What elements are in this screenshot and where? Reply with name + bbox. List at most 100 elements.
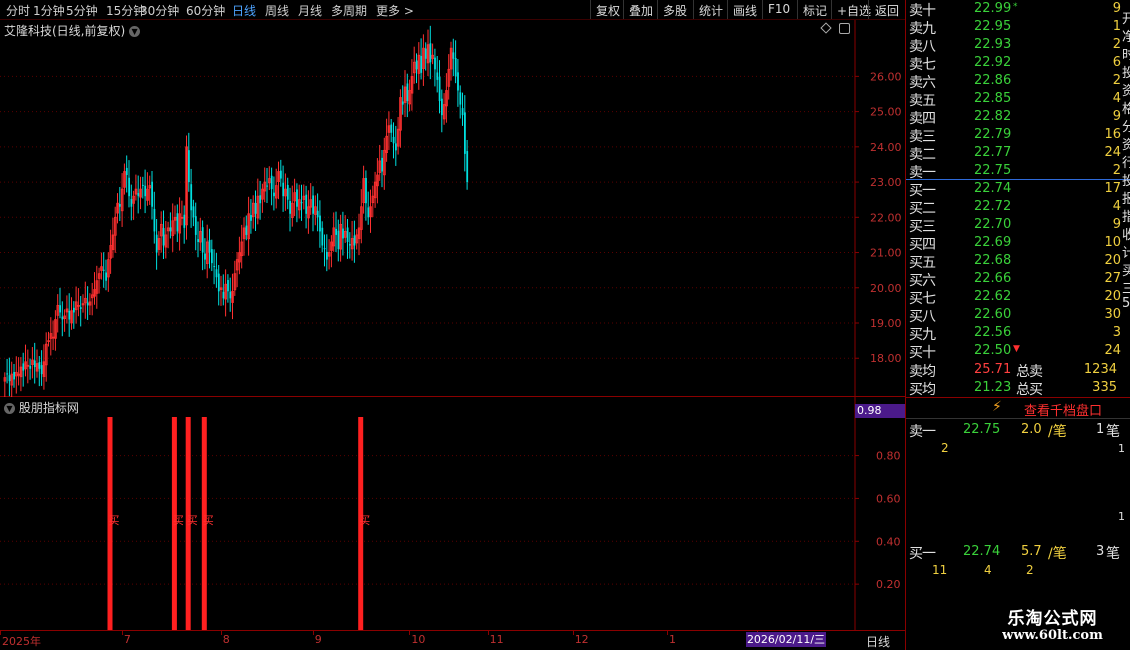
multi-stock-button[interactable]: 多股 — [657, 0, 692, 19]
ask-level-label: 卖三 — [909, 129, 936, 145]
candle-body — [401, 101, 404, 105]
total-ask-value: 1234 — [1083, 362, 1117, 377]
candle-body — [273, 192, 275, 197]
bid-row[interactable]: 买九 22.56 3 — [906, 324, 1121, 343]
candle-body — [305, 194, 308, 214]
bid-queue-count: 3 — [1096, 544, 1105, 559]
candle-body — [392, 136, 395, 144]
ask-level-label: 卖五 — [909, 93, 936, 109]
mark-button[interactable]: 标记 — [797, 0, 832, 19]
buy-signal-label: 买 — [203, 514, 214, 527]
clipped-char: 投 — [1122, 174, 1130, 189]
bid-level-label: 买五 — [909, 255, 936, 271]
ask-row[interactable]: 卖三 22.79 16 — [906, 126, 1121, 145]
ask-level-label: 卖二 — [909, 147, 936, 163]
bid-level-label: 买一 — [909, 183, 936, 199]
ask-row[interactable]: 卖七 22.92 6 — [906, 54, 1121, 73]
period-tab-weekly[interactable]: 周线 — [265, 2, 289, 19]
period-tab-60min[interactable]: 60分钟 — [186, 2, 225, 19]
candle-body — [319, 215, 321, 232]
period-tab-more[interactable]: 更多 > — [376, 2, 414, 19]
bid-row[interactable]: 买二 22.72 4 — [906, 198, 1121, 217]
bid-volume: 3 — [1112, 325, 1121, 340]
date-tick — [121, 631, 123, 635]
ask-row[interactable]: 卖六 22.86 2 — [906, 72, 1121, 91]
bid-price: 22.60 — [974, 307, 1012, 322]
chevron-down-icon[interactable]: ▼ — [129, 26, 141, 37]
period-tab-1min[interactable]: 1分钟 — [33, 2, 65, 19]
candle-body — [130, 199, 133, 207]
bid-level-label: 买四 — [909, 237, 936, 253]
total-bid-value: 335 — [1092, 380, 1117, 395]
ask-row[interactable]: 卖八 22.93 2 — [906, 36, 1121, 55]
candle-body — [169, 227, 172, 232]
thousand-level-row: ⚡ 查看千档盘口 — [906, 397, 1130, 419]
candle-body — [227, 280, 229, 292]
date-axis: 2025年78910111212 2026/02/11/三 日线 — [0, 630, 905, 650]
indicator-chart[interactable]: 0.200.400.600.80买买买买买 — [0, 397, 905, 630]
view-thousand-level-button[interactable]: 查看千档盘口 — [1024, 400, 1102, 419]
watermark-title: 乐淘公式网 — [1007, 609, 1098, 629]
back-button[interactable]: 返回 — [868, 0, 905, 19]
window-icon[interactable] — [839, 23, 850, 34]
ask-avg-label: 卖均 — [909, 364, 936, 380]
candle-body — [73, 307, 75, 313]
bid-row[interactable]: 买八 22.60 30 — [906, 306, 1121, 325]
period-tab-intraday[interactable]: 分时 — [6, 2, 30, 19]
candle-body — [461, 108, 464, 116]
bid-row[interactable]: 买四 22.69 10 — [906, 234, 1121, 253]
ask-row[interactable]: 卖十 22.99 * 9 — [906, 0, 1121, 19]
adjust-button[interactable]: 复权 — [590, 0, 625, 19]
candle-body — [346, 227, 349, 242]
period-toolbar: 分时 1分钟 5分钟 15分钟 30分钟 60分钟 日线 周线 月线 多周期 更… — [0, 0, 905, 20]
clipped-char: 时 — [1122, 48, 1130, 63]
ask-level-label: 卖九 — [909, 21, 936, 37]
price-tick-label: 25.00 — [870, 106, 902, 119]
ask-limit-marker: * — [1013, 2, 1018, 12]
date-tick — [220, 631, 222, 635]
candlestick-chart[interactable]: 18.00 19.00 20.00 21.00 22.00 23.00 24.00 25.00… — [0, 20, 905, 397]
period-label[interactable]: 日线 — [866, 633, 890, 650]
ask-row[interactable]: 卖九 22.95 1 — [906, 18, 1121, 37]
clipped-char: 投 — [1122, 66, 1130, 81]
bid-row[interactable]: 买五 22.68 20 — [906, 252, 1121, 271]
candle-body — [222, 291, 225, 299]
ask-row[interactable]: 卖五 22.85 4 — [906, 90, 1121, 109]
bid-volume: 27 — [1104, 271, 1121, 286]
period-tab-5min[interactable]: 5分钟 — [66, 2, 98, 19]
price-tick-label: 24.00 — [870, 141, 902, 154]
clipped-char: 收 — [1122, 228, 1130, 243]
period-tab-30min[interactable]: 30分钟 — [140, 2, 179, 19]
date-tick — [312, 631, 314, 635]
date-axis-label: 7 — [123, 633, 131, 646]
bid-row[interactable]: 买七 22.62 20 — [906, 288, 1121, 307]
bid-limit-marker: ▼ — [1013, 344, 1020, 354]
bid-row[interactable]: 买十 22.50 ▼ 24 — [906, 342, 1121, 361]
clipped-char: 格 — [1122, 102, 1130, 117]
bid-row[interactable]: 买一 22.74 17 — [906, 180, 1121, 199]
date-axis-label: 10 — [411, 633, 426, 646]
f10-button[interactable]: F10 — [762, 0, 795, 19]
chevron-down-icon[interactable]: ▼ — [4, 403, 15, 414]
bid-row[interactable]: 买六 22.66 27 — [906, 270, 1121, 289]
ask-row[interactable]: 卖二 22.77 24 — [906, 144, 1121, 163]
ask-volume: 2 — [1112, 37, 1121, 52]
bid-row[interactable]: 买三 22.70 9 — [906, 216, 1121, 235]
bid-price: 22.69 — [974, 235, 1012, 250]
period-tab-daily[interactable]: 日线 — [232, 2, 256, 19]
stats-button[interactable]: 统计 — [693, 0, 728, 19]
clipped-char: 指 — [1122, 210, 1130, 225]
date-tick — [0, 631, 1, 635]
candle-body — [300, 202, 303, 204]
chart-title-text: 艾隆科技(日线,前复权) — [4, 24, 126, 38]
draw-button[interactable]: 画线 — [727, 0, 762, 19]
overlay-button[interactable]: 叠加 — [623, 0, 658, 19]
period-tab-monthly[interactable]: 月线 — [298, 2, 322, 19]
date-axis-label: 12 — [574, 633, 589, 646]
candle-body — [192, 206, 195, 218]
period-tab-multi[interactable]: 多周期 — [331, 2, 367, 19]
ask-price: 22.99 — [974, 1, 1012, 16]
ask-row[interactable]: 卖四 22.82 9 — [906, 108, 1121, 127]
ask-row[interactable]: 卖一 22.75 2 — [906, 162, 1121, 181]
candle-body — [213, 266, 216, 268]
